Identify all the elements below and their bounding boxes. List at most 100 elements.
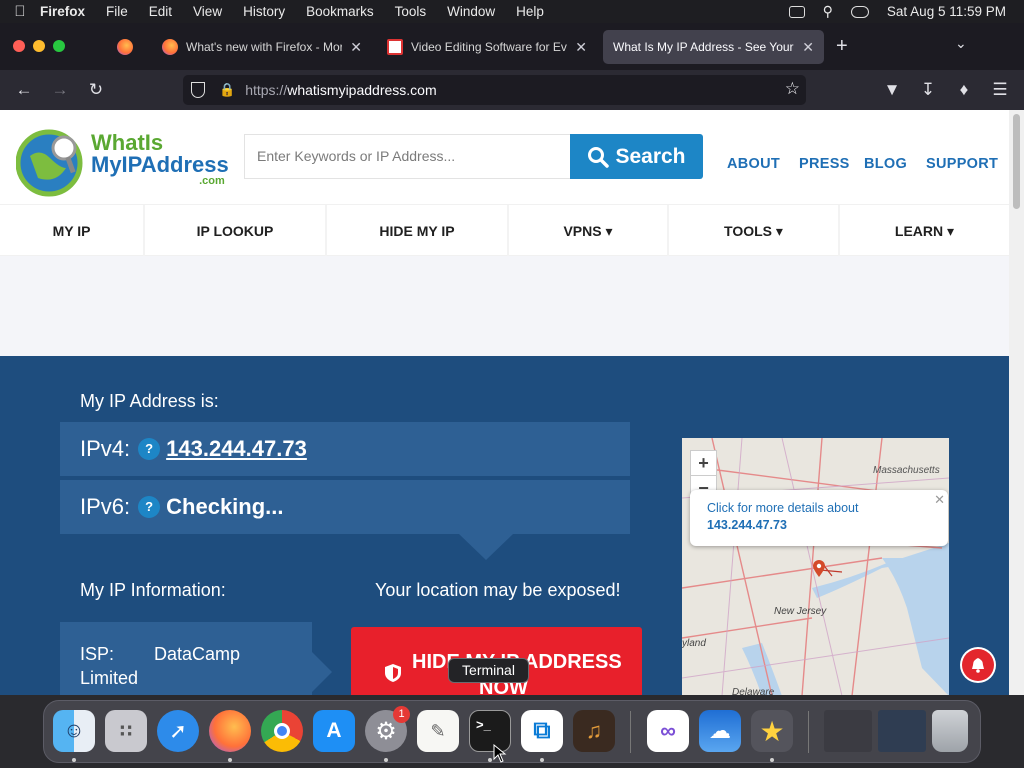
notification-bell-button[interactable] [962,649,994,681]
globe-logo-icon [15,129,83,197]
downloads-icon[interactable]: ↧ [916,78,940,102]
close-window-button[interactable] [13,40,25,52]
location-map[interactable]: + − Massachusetts New Jersey yland Delaw… [682,438,949,695]
ipv6-help-icon[interactable]: ? [138,496,161,518]
url-host: whatismyipaddress.com [287,82,437,98]
minimized-window-thumbnail-2[interactable] [878,710,926,752]
map-marker-icon[interactable] [812,560,826,578]
menu-window[interactable]: Window [447,4,495,19]
running-indicator [384,758,388,762]
app-store-icon[interactable]: A [313,710,355,752]
menu-file[interactable]: File [106,4,128,19]
spotlight-search-icon[interactable]: ⚲ [823,3,833,20]
nav-ip-lookup[interactable]: IP LOOKUP [145,205,327,257]
app-menu-hamburger-icon[interactable]: ☰ [988,78,1012,102]
menu-help[interactable]: Help [516,4,544,19]
running-indicator [488,758,492,762]
padlock-icon[interactable]: 🔒 [219,82,235,98]
trash-icon[interactable] [932,710,968,752]
weather-icon[interactable]: ☁ [699,710,741,752]
tracking-protection-shield-icon[interactable] [191,82,205,98]
ipv6-row: IPv6: ? Checking... [60,480,630,534]
vscode-icon[interactable]: ⧉ [521,710,563,752]
control-center-icon[interactable] [850,5,869,18]
shield-icon [385,664,401,682]
tab-title: What Is My IP Address - See Your Pu [613,40,795,54]
scrollbar-thumb[interactable] [1013,114,1020,209]
ipv4-label: IPv4: [80,436,131,461]
apple-menu-icon[interactable]:  [0,3,40,20]
nav-hide-my-ip[interactable]: HIDE MY IP [327,205,509,257]
minimize-window-button[interactable] [33,40,45,52]
pocket-icon[interactable]: ▼ [880,78,904,102]
menu-edit[interactable]: Edit [149,4,172,19]
link-support[interactable]: SUPPORT [926,156,998,172]
map-label-delaware: Delaware [732,687,775,695]
safari-icon[interactable]: ➚ [157,710,199,752]
bookmark-star-icon[interactable]: ☆ [785,79,800,99]
textedit-icon[interactable]: ✎ [417,710,459,752]
firefox-favicon-icon [162,39,178,55]
isp-card: ISP: DataCamp Limited [60,622,312,695]
nav-tools[interactable]: TOOLS ▾ [669,205,840,257]
reeder-star-icon[interactable]: ★ [751,710,793,752]
site-logo[interactable]: WhatIs MyIPAddress .com [15,128,229,198]
close-tab-icon[interactable]: ✕ [350,39,362,56]
nav-vpns[interactable]: VPNS ▾ [509,205,669,257]
ad-spacer [0,256,1009,356]
page-scrollbar[interactable] [1009,110,1024,695]
tab-what-is-my-ip[interactable]: What Is My IP Address - See Your Pu ✕ [603,30,824,64]
map-popup[interactable]: Click for more details about 143.244.47.… [690,490,948,546]
reload-button[interactable]: ↻ [84,78,108,102]
menu-view[interactable]: View [193,4,222,19]
ipv4-value[interactable]: 143.244.47.73 [166,436,307,462]
ipv4-help-icon[interactable]: ? [138,438,161,460]
map-zoom-in-button[interactable]: + [690,450,717,476]
link-about[interactable]: ABOUT [727,156,780,172]
search-input[interactable]: Enter Keywords or IP Address... [244,134,572,179]
menu-history[interactable]: History [243,4,285,19]
menubar-clock[interactable]: Sat Aug 5 11:59 PM [887,4,1006,19]
link-press[interactable]: PRESS [799,156,850,172]
back-button[interactable]: ← [12,78,36,102]
search-icon [588,146,610,168]
macos-dock: ☺ ∷ ➚ A ⚙ 1 ✎ >_ ⧉ ♫ ∞ ☁ ★ [43,700,981,763]
map-popup-close-icon[interactable]: ✕ [934,491,945,508]
menu-bookmarks[interactable]: Bookmarks [306,4,374,19]
chrome-icon[interactable] [261,710,303,752]
close-tab-icon[interactable]: ✕ [575,39,587,56]
ip-information-heading: My IP Information: [80,580,226,600]
map-label-new-jersey: New Jersey [774,606,827,617]
close-tab-icon[interactable]: ✕ [802,39,814,56]
firefox-view-icon[interactable] [117,39,133,55]
nav-learn[interactable]: LEARN ▾ [840,205,1009,257]
tab-title: What's new with Firefox - More [186,40,343,54]
forward-button[interactable]: → [48,78,72,102]
map-label-maryland: yland [682,638,706,649]
search-button[interactable]: Search [570,134,703,179]
url-bar[interactable]: 🔒 https://whatismyipaddress.com ☆ [183,75,806,105]
menu-tools[interactable]: Tools [395,4,427,19]
visual-studio-icon[interactable]: ∞ [647,710,689,752]
firefox-icon[interactable] [209,710,251,752]
search-button-label: Search [615,144,686,168]
tab-whats-new-firefox[interactable]: What's new with Firefox - More ✕ [152,30,372,64]
dock-tooltip: Terminal [448,658,529,683]
tab-title: Video Editing Software for Every [411,40,568,54]
menu-app-firefox[interactable]: Firefox [40,4,85,19]
new-tab-button[interactable]: + [836,35,848,58]
screen-mirroring-icon[interactable] [788,5,805,18]
map-label-massachusetts: Massachusetts [873,465,940,476]
nav-my-ip[interactable]: MY IP [0,205,145,257]
launchpad-icon[interactable]: ∷ [105,710,147,752]
finder-icon[interactable]: ☺ [53,710,95,752]
ip-heading: My IP Address is: [80,391,219,411]
list-all-tabs-chevron-icon[interactable]: ⌄ [955,35,967,52]
link-blog[interactable]: BLOG [864,156,907,172]
zoom-window-button[interactable] [53,40,65,52]
extensions-icon[interactable]: ♦ [952,78,976,102]
minimized-window-thumbnail[interactable] [824,710,872,752]
garageband-icon[interactable]: ♫ [573,710,615,752]
tab-video-editing[interactable]: Video Editing Software for Every ✕ [377,30,597,64]
isp-card-pointer [312,652,332,692]
